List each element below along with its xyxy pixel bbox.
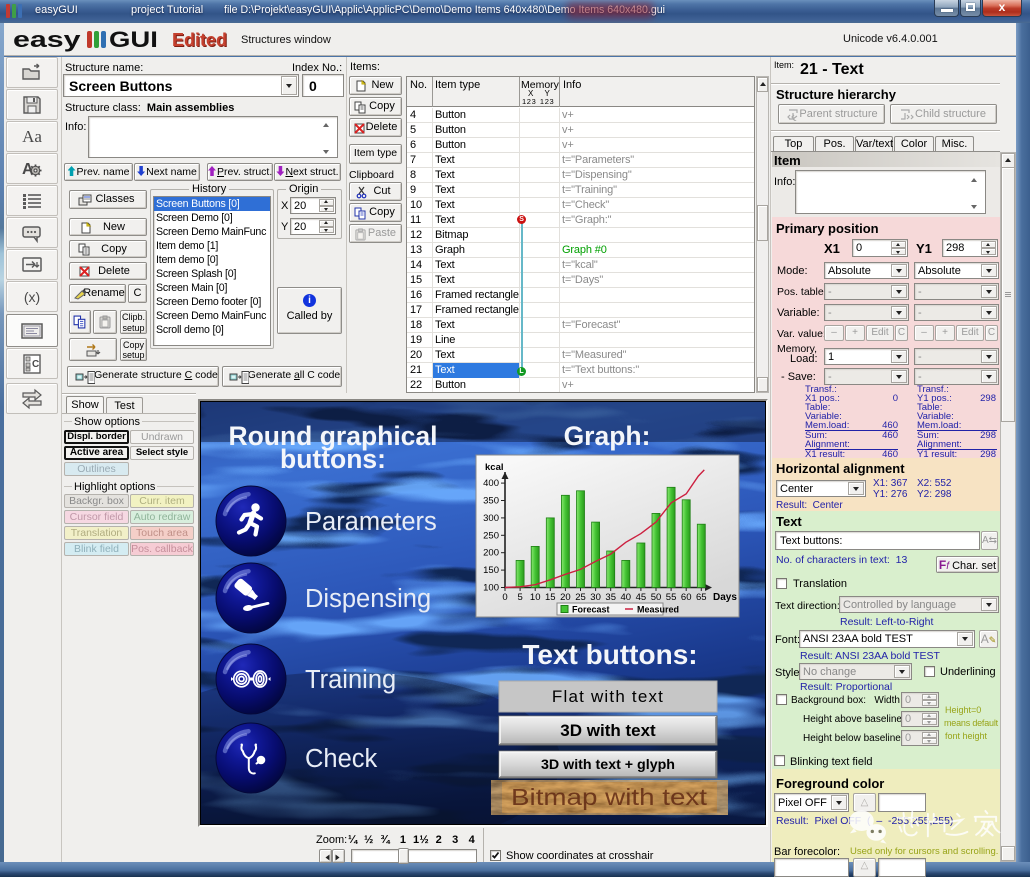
svg-text:400: 400 (483, 478, 499, 489)
svg-text:350: 350 (483, 496, 499, 507)
svg-text:buttons:: buttons: (280, 444, 386, 474)
svg-text:Parameters: Parameters (305, 508, 437, 536)
svg-text:Measured: Measured (637, 605, 679, 615)
svg-text:25: 25 (575, 592, 586, 603)
svg-text:0: 0 (502, 592, 507, 603)
svg-text:35: 35 (605, 592, 616, 603)
svg-text:Check: Check (305, 745, 378, 773)
svg-text:Dispensing: Dispensing (305, 585, 431, 613)
svg-text:60: 60 (681, 592, 692, 603)
svg-text:3D with text + glyph: 3D with text + glyph (541, 756, 675, 772)
svg-text:Forecast: Forecast (572, 605, 610, 615)
svg-text:Text buttons:: Text buttons: (522, 639, 697, 670)
svg-text:300: 300 (483, 513, 499, 524)
svg-text:40: 40 (621, 592, 632, 603)
svg-text:100: 100 (483, 583, 499, 594)
svg-text:15: 15 (545, 592, 556, 603)
svg-text:Bitmap with text: Bitmap with text (511, 784, 708, 810)
svg-text:250: 250 (483, 530, 499, 541)
svg-text:Flat with text: Flat with text (552, 687, 664, 706)
svg-text:3D with text: 3D with text (560, 721, 656, 740)
svg-text:Days: Days (713, 592, 737, 603)
svg-text:5: 5 (517, 592, 522, 603)
svg-text:200: 200 (483, 548, 499, 559)
svg-text:30: 30 (590, 592, 601, 603)
svg-text:10: 10 (530, 592, 541, 603)
svg-text:C: C (32, 359, 39, 370)
svg-text:150: 150 (483, 565, 499, 576)
svg-text:55: 55 (666, 592, 677, 603)
svg-text:45: 45 (636, 592, 647, 603)
svg-text:kcal: kcal (485, 462, 504, 473)
svg-text:65: 65 (696, 592, 707, 603)
svg-text:50: 50 (651, 592, 662, 603)
svg-text:20: 20 (560, 592, 571, 603)
svg-text:Training: Training (305, 666, 396, 694)
svg-text:Graph:: Graph: (564, 421, 651, 451)
